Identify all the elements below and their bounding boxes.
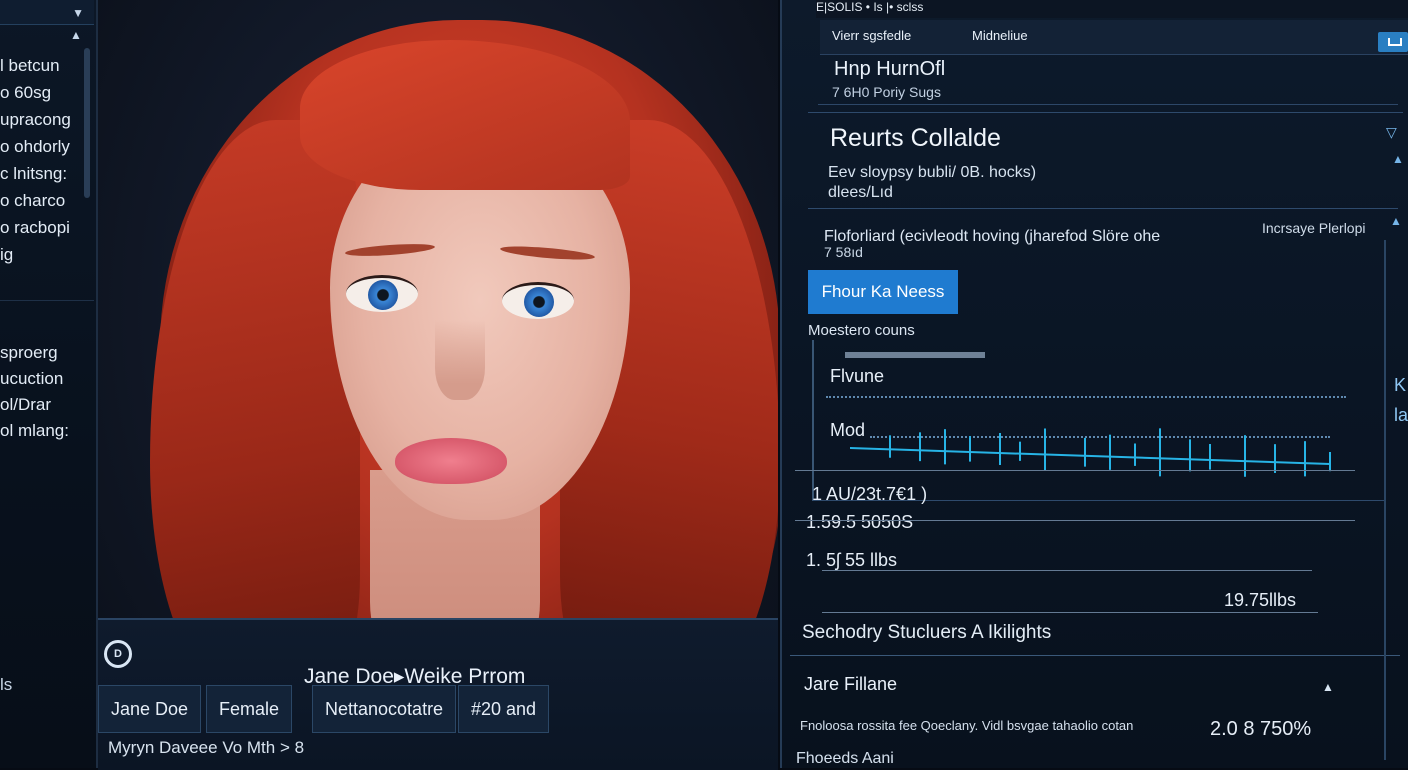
portrait-eye-left bbox=[346, 275, 418, 312]
collapse-icon[interactable]: ▽ bbox=[1386, 124, 1397, 141]
waveform-baseline bbox=[850, 447, 1331, 465]
profile-footer: Myryn Daveee Vo Mth > 8 bbox=[108, 738, 305, 757]
tab-viewer[interactable]: Vierr sgsfedle bbox=[832, 28, 911, 43]
sidebar-item[interactable]: upracong bbox=[0, 106, 82, 133]
sidebar-item[interactable]: ol mlang: bbox=[0, 418, 90, 444]
tab-menu-button[interactable] bbox=[1378, 32, 1408, 52]
chevron-up-icon[interactable]: ▲ bbox=[70, 28, 82, 42]
top-status-text: E|SOLIS • Is |• sclss bbox=[816, 0, 924, 14]
profile-d-icon[interactable]: D bbox=[104, 640, 132, 668]
signature-name: Jare Fillane bbox=[804, 674, 898, 694]
sidebar-item[interactable]: ucuction bbox=[0, 366, 90, 392]
value-divider bbox=[822, 612, 1318, 613]
sidebar-divider bbox=[0, 300, 94, 301]
section-divider bbox=[808, 112, 1403, 113]
profile-cell-name[interactable]: Jane Doe bbox=[98, 685, 202, 733]
section-title: Reurts Collalde bbox=[830, 124, 1001, 152]
value-readout-1: 1 AU/23t.7€1 ) bbox=[812, 484, 928, 504]
far-right-label: K bbox=[1394, 375, 1407, 395]
section-divider bbox=[808, 208, 1398, 209]
value-divider bbox=[795, 470, 1355, 471]
chevron-down-icon[interactable]: ▼ bbox=[72, 6, 84, 20]
sidebar-item[interactable]: sproerg bbox=[0, 340, 90, 366]
side-label: Incrsaye Plerlopi bbox=[1262, 220, 1366, 236]
profile-cell-nationality[interactable]: Nettanocotatre bbox=[312, 685, 457, 733]
sidebar-item[interactable]: ig bbox=[0, 241, 82, 268]
sidebar-item[interactable]: l betcun bbox=[0, 52, 82, 79]
row-label-volume: Flvune bbox=[830, 366, 885, 386]
sidebar-item[interactable]: o racbopi bbox=[0, 214, 82, 241]
portrait-hair-left bbox=[150, 120, 360, 690]
value-divider bbox=[822, 570, 1312, 571]
sidebar-header: ▼ bbox=[0, 0, 94, 25]
signature-section-title: Sechodry Stucluers A Ikilights bbox=[802, 622, 1052, 643]
sidebar-scrollbar[interactable] bbox=[84, 48, 90, 198]
section-description-2: dlees/Lıd bbox=[828, 184, 893, 201]
subject-name: Hnp HurnOfl bbox=[834, 58, 946, 80]
dotted-guide bbox=[826, 396, 1346, 398]
signature-description: Fnoloosa rossita fee Qoeclany. Vidl bsvg… bbox=[800, 718, 1134, 733]
portrait-nose bbox=[435, 320, 485, 400]
panel-scrollbar[interactable] bbox=[1384, 240, 1386, 760]
sidebar-item[interactable]: o 60sg bbox=[0, 79, 82, 106]
sidebar-list-secondary: sproerg ucuction ol/Drar ol mlang: bbox=[0, 340, 90, 444]
portrait-lips bbox=[395, 438, 507, 484]
value-readout-3: 1. 5ʃ 55 llbs bbox=[806, 550, 898, 570]
signature-footer: Fhoeeds Aani bbox=[796, 750, 894, 767]
chevron-up-icon[interactable]: ▲ bbox=[1392, 152, 1404, 166]
value-readout-4: 19.75llbs bbox=[1224, 590, 1297, 610]
sidebar-item[interactable]: o ohdorly bbox=[0, 133, 82, 160]
value-readout-2: 1.59.5 5050S bbox=[806, 512, 914, 532]
portrait-eye-right bbox=[502, 282, 574, 319]
highlight-button[interactable]: Fhour Ka Neess bbox=[808, 270, 958, 314]
portrait-photo bbox=[98, 0, 778, 690]
chevron-up-icon[interactable]: ▲ bbox=[1322, 680, 1334, 694]
sidebar-list: l betcun o 60sg upracong o ohdorly c lni… bbox=[0, 52, 82, 268]
top-status-bar: E|SOLIS • Is |• sclss bbox=[816, 0, 1408, 18]
far-right-label: la bbox=[1394, 405, 1408, 425]
profile-cell-gender[interactable]: Female bbox=[206, 685, 293, 733]
measure-label: Moestero couns bbox=[808, 322, 915, 339]
sidebar-item[interactable]: c lnitsng: bbox=[0, 160, 82, 187]
value-divider bbox=[795, 520, 1355, 521]
section-description: Eev sloypsy bubli/ 0B. hocks) bbox=[828, 164, 1037, 181]
sidebar-item[interactable]: o charco bbox=[0, 187, 82, 214]
analysis-description-2: 7 58ıd bbox=[824, 244, 863, 260]
sidebar-footer: ls bbox=[0, 675, 13, 694]
subject-subtitle: 7 6H0 Poriy Sugs bbox=[832, 84, 941, 100]
far-right-labels: K la bbox=[1394, 370, 1408, 430]
signature-value: 2.0 8 750% bbox=[1210, 718, 1312, 740]
analysis-description: Floforliard (ecivleodt hoving (jharefod … bbox=[824, 228, 1161, 245]
chevron-up-icon[interactable]: ▲ bbox=[1390, 214, 1402, 228]
profile-cell-id[interactable]: #20 and bbox=[458, 685, 550, 733]
sidebar-item[interactable]: ol/Drar bbox=[0, 392, 90, 418]
tab-midline[interactable]: Midneliue bbox=[972, 28, 1028, 43]
